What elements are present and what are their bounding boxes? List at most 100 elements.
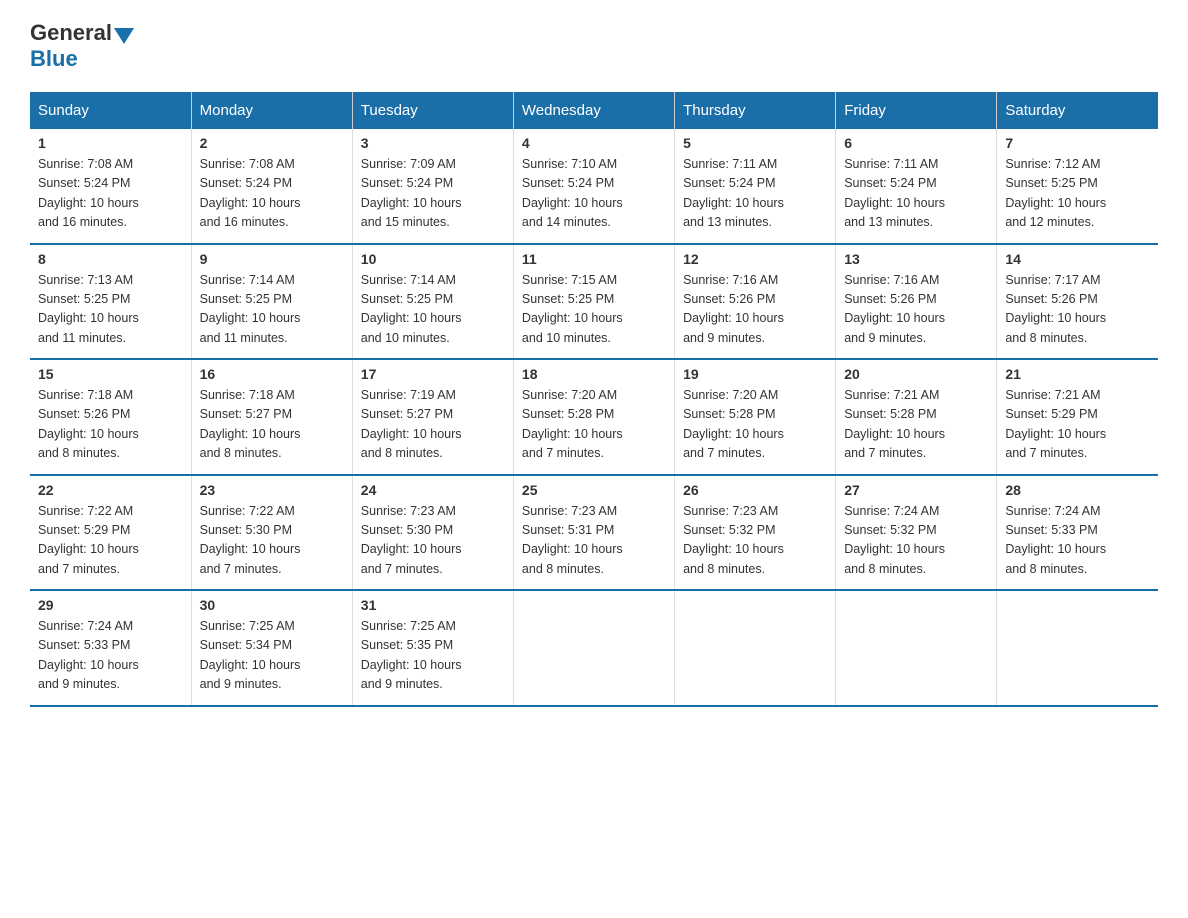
calendar-day-cell: 25 Sunrise: 7:23 AM Sunset: 5:31 PM Dayl… xyxy=(513,475,674,591)
calendar-day-cell: 22 Sunrise: 7:22 AM Sunset: 5:29 PM Dayl… xyxy=(30,475,191,591)
calendar-week-row: 1 Sunrise: 7:08 AM Sunset: 5:24 PM Dayli… xyxy=(30,129,1158,244)
day-info: Sunrise: 7:16 AM Sunset: 5:26 PM Dayligh… xyxy=(683,271,827,349)
day-info: Sunrise: 7:22 AM Sunset: 5:30 PM Dayligh… xyxy=(200,502,344,580)
calendar-day-cell xyxy=(997,590,1158,706)
logo: General Blue xyxy=(30,20,136,72)
day-number: 2 xyxy=(200,135,344,151)
day-number: 8 xyxy=(38,251,183,267)
day-number: 24 xyxy=(361,482,505,498)
day-number: 14 xyxy=(1005,251,1150,267)
day-number: 27 xyxy=(844,482,988,498)
calendar-day-cell: 6 Sunrise: 7:11 AM Sunset: 5:24 PM Dayli… xyxy=(836,129,997,244)
day-number: 18 xyxy=(522,366,666,382)
calendar-day-cell: 5 Sunrise: 7:11 AM Sunset: 5:24 PM Dayli… xyxy=(675,129,836,244)
day-number: 9 xyxy=(200,251,344,267)
day-number: 28 xyxy=(1005,482,1150,498)
day-number: 3 xyxy=(361,135,505,151)
calendar-day-cell: 20 Sunrise: 7:21 AM Sunset: 5:28 PM Dayl… xyxy=(836,359,997,475)
day-info: Sunrise: 7:25 AM Sunset: 5:34 PM Dayligh… xyxy=(200,617,344,695)
day-info: Sunrise: 7:23 AM Sunset: 5:32 PM Dayligh… xyxy=(683,502,827,580)
calendar-day-cell: 24 Sunrise: 7:23 AM Sunset: 5:30 PM Dayl… xyxy=(352,475,513,591)
calendar-week-row: 15 Sunrise: 7:18 AM Sunset: 5:26 PM Dayl… xyxy=(30,359,1158,475)
day-info: Sunrise: 7:20 AM Sunset: 5:28 PM Dayligh… xyxy=(522,386,666,464)
calendar-day-cell xyxy=(836,590,997,706)
day-info: Sunrise: 7:12 AM Sunset: 5:25 PM Dayligh… xyxy=(1005,155,1150,233)
day-info: Sunrise: 7:17 AM Sunset: 5:26 PM Dayligh… xyxy=(1005,271,1150,349)
weekday-header: Tuesday xyxy=(352,92,513,129)
day-info: Sunrise: 7:10 AM Sunset: 5:24 PM Dayligh… xyxy=(522,155,666,233)
day-number: 5 xyxy=(683,135,827,151)
calendar-day-cell: 17 Sunrise: 7:19 AM Sunset: 5:27 PM Dayl… xyxy=(352,359,513,475)
calendar-day-cell: 28 Sunrise: 7:24 AM Sunset: 5:33 PM Dayl… xyxy=(997,475,1158,591)
logo-general-text: General xyxy=(30,20,112,46)
calendar-header: SundayMondayTuesdayWednesdayThursdayFrid… xyxy=(30,92,1158,129)
day-info: Sunrise: 7:24 AM Sunset: 5:32 PM Dayligh… xyxy=(844,502,988,580)
calendar-day-cell: 18 Sunrise: 7:20 AM Sunset: 5:28 PM Dayl… xyxy=(513,359,674,475)
calendar-day-cell: 13 Sunrise: 7:16 AM Sunset: 5:26 PM Dayl… xyxy=(836,244,997,360)
weekday-header: Saturday xyxy=(997,92,1158,129)
calendar-day-cell: 12 Sunrise: 7:16 AM Sunset: 5:26 PM Dayl… xyxy=(675,244,836,360)
weekday-header: Monday xyxy=(191,92,352,129)
day-number: 13 xyxy=(844,251,988,267)
day-info: Sunrise: 7:16 AM Sunset: 5:26 PM Dayligh… xyxy=(844,271,988,349)
day-number: 19 xyxy=(683,366,827,382)
day-info: Sunrise: 7:24 AM Sunset: 5:33 PM Dayligh… xyxy=(38,617,183,695)
calendar-day-cell: 27 Sunrise: 7:24 AM Sunset: 5:32 PM Dayl… xyxy=(836,475,997,591)
day-info: Sunrise: 7:18 AM Sunset: 5:27 PM Dayligh… xyxy=(200,386,344,464)
day-info: Sunrise: 7:11 AM Sunset: 5:24 PM Dayligh… xyxy=(844,155,988,233)
day-number: 11 xyxy=(522,251,666,267)
day-number: 1 xyxy=(38,135,183,151)
weekday-header: Friday xyxy=(836,92,997,129)
day-number: 20 xyxy=(844,366,988,382)
day-number: 30 xyxy=(200,597,344,613)
calendar-week-row: 22 Sunrise: 7:22 AM Sunset: 5:29 PM Dayl… xyxy=(30,475,1158,591)
calendar-day-cell: 30 Sunrise: 7:25 AM Sunset: 5:34 PM Dayl… xyxy=(191,590,352,706)
header: General Blue xyxy=(30,20,1158,72)
day-info: Sunrise: 7:21 AM Sunset: 5:28 PM Dayligh… xyxy=(844,386,988,464)
calendar-day-cell: 3 Sunrise: 7:09 AM Sunset: 5:24 PM Dayli… xyxy=(352,129,513,244)
day-number: 21 xyxy=(1005,366,1150,382)
day-info: Sunrise: 7:22 AM Sunset: 5:29 PM Dayligh… xyxy=(38,502,183,580)
day-info: Sunrise: 7:23 AM Sunset: 5:31 PM Dayligh… xyxy=(522,502,666,580)
day-number: 12 xyxy=(683,251,827,267)
day-info: Sunrise: 7:11 AM Sunset: 5:24 PM Dayligh… xyxy=(683,155,827,233)
calendar-day-cell: 11 Sunrise: 7:15 AM Sunset: 5:25 PM Dayl… xyxy=(513,244,674,360)
day-number: 31 xyxy=(361,597,505,613)
calendar-day-cell: 2 Sunrise: 7:08 AM Sunset: 5:24 PM Dayli… xyxy=(191,129,352,244)
calendar-week-row: 8 Sunrise: 7:13 AM Sunset: 5:25 PM Dayli… xyxy=(30,244,1158,360)
calendar-day-cell: 7 Sunrise: 7:12 AM Sunset: 5:25 PM Dayli… xyxy=(997,129,1158,244)
day-info: Sunrise: 7:23 AM Sunset: 5:30 PM Dayligh… xyxy=(361,502,505,580)
day-info: Sunrise: 7:20 AM Sunset: 5:28 PM Dayligh… xyxy=(683,386,827,464)
day-info: Sunrise: 7:25 AM Sunset: 5:35 PM Dayligh… xyxy=(361,617,505,695)
day-info: Sunrise: 7:21 AM Sunset: 5:29 PM Dayligh… xyxy=(1005,386,1150,464)
calendar-day-cell: 29 Sunrise: 7:24 AM Sunset: 5:33 PM Dayl… xyxy=(30,590,191,706)
calendar-day-cell: 21 Sunrise: 7:21 AM Sunset: 5:29 PM Dayl… xyxy=(997,359,1158,475)
day-info: Sunrise: 7:14 AM Sunset: 5:25 PM Dayligh… xyxy=(200,271,344,349)
calendar-day-cell: 15 Sunrise: 7:18 AM Sunset: 5:26 PM Dayl… xyxy=(30,359,191,475)
calendar-day-cell: 16 Sunrise: 7:18 AM Sunset: 5:27 PM Dayl… xyxy=(191,359,352,475)
day-number: 23 xyxy=(200,482,344,498)
calendar-day-cell: 19 Sunrise: 7:20 AM Sunset: 5:28 PM Dayl… xyxy=(675,359,836,475)
day-info: Sunrise: 7:09 AM Sunset: 5:24 PM Dayligh… xyxy=(361,155,505,233)
day-number: 26 xyxy=(683,482,827,498)
day-number: 4 xyxy=(522,135,666,151)
calendar-day-cell: 4 Sunrise: 7:10 AM Sunset: 5:24 PM Dayli… xyxy=(513,129,674,244)
day-number: 6 xyxy=(844,135,988,151)
day-info: Sunrise: 7:18 AM Sunset: 5:26 PM Dayligh… xyxy=(38,386,183,464)
day-info: Sunrise: 7:08 AM Sunset: 5:24 PM Dayligh… xyxy=(38,155,183,233)
weekday-header: Sunday xyxy=(30,92,191,129)
day-info: Sunrise: 7:14 AM Sunset: 5:25 PM Dayligh… xyxy=(361,271,505,349)
day-info: Sunrise: 7:24 AM Sunset: 5:33 PM Dayligh… xyxy=(1005,502,1150,580)
day-number: 16 xyxy=(200,366,344,382)
day-number: 22 xyxy=(38,482,183,498)
calendar-day-cell xyxy=(513,590,674,706)
calendar-table: SundayMondayTuesdayWednesdayThursdayFrid… xyxy=(30,92,1158,707)
day-number: 15 xyxy=(38,366,183,382)
day-number: 17 xyxy=(361,366,505,382)
weekday-header: Thursday xyxy=(675,92,836,129)
calendar-day-cell: 10 Sunrise: 7:14 AM Sunset: 5:25 PM Dayl… xyxy=(352,244,513,360)
day-number: 10 xyxy=(361,251,505,267)
day-info: Sunrise: 7:19 AM Sunset: 5:27 PM Dayligh… xyxy=(361,386,505,464)
calendar-body: 1 Sunrise: 7:08 AM Sunset: 5:24 PM Dayli… xyxy=(30,129,1158,706)
day-number: 25 xyxy=(522,482,666,498)
